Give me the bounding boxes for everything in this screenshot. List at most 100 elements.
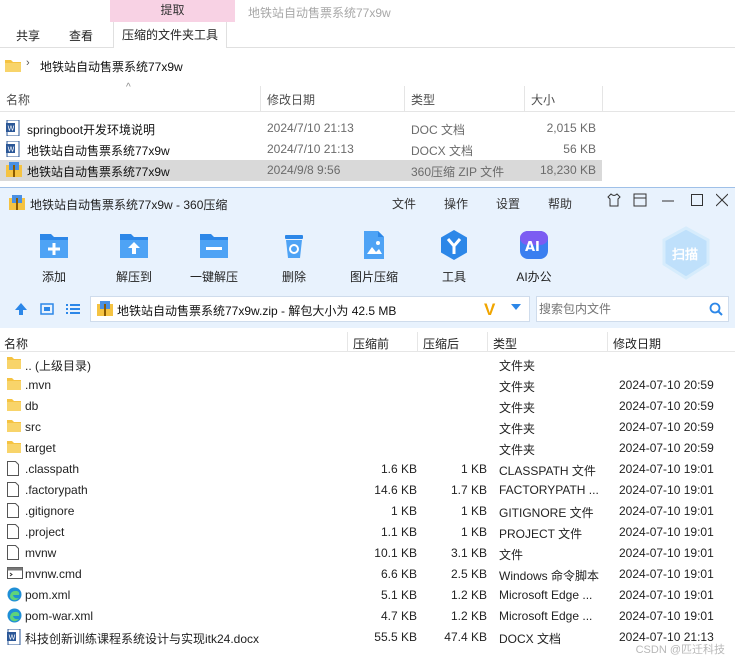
word-doc-icon: W xyxy=(6,140,20,160)
tab-share[interactable]: 共享 xyxy=(16,27,40,44)
column-divider[interactable] xyxy=(260,86,261,112)
zip-file-date: 2024-07-10 19:01 xyxy=(619,588,714,602)
zip-file-row[interactable]: target 文件夹 2024-07-10 20:59 xyxy=(0,438,735,459)
tab-view[interactable]: 查看 xyxy=(69,27,93,44)
column-divider[interactable] xyxy=(347,332,348,352)
file-size: 56 KB xyxy=(563,142,596,156)
zip-file-row[interactable]: mvnw.cmd 6.6 KB 2.5 KB Windows 命令脚本 2024-07-… xyxy=(0,564,735,585)
zip-file-row[interactable]: .classpath 1.6 KB 1 KB CLASSPATH 文件 2024-07-… xyxy=(0,459,735,480)
column-divider[interactable] xyxy=(524,86,525,112)
zip-file-size-before: 5.1 KB xyxy=(380,588,417,602)
zip-file-date: 2024-07-10 19:01 xyxy=(619,483,714,497)
column-divider[interactable] xyxy=(607,332,608,352)
context-tab-extract[interactable]: 提取 xyxy=(110,0,235,22)
zip-file-type: 文件 xyxy=(499,548,524,562)
zip-file-type: 文件夹 xyxy=(499,422,536,436)
zip-column-header: 名称 压缩前 压缩后 类型 修改日期 xyxy=(0,332,735,352)
zip-file-date: 2024-07-10 19:01 xyxy=(619,567,714,581)
tools-button[interactable]: 工具 xyxy=(419,228,489,285)
add-button[interactable]: 添加 xyxy=(19,228,89,285)
column-size[interactable]: 大小 xyxy=(531,91,555,108)
one-click-extract-button[interactable]: 一键解压 xyxy=(179,228,249,285)
zip-archive-icon xyxy=(9,195,25,210)
minimize-icon[interactable] xyxy=(662,193,674,210)
dropdown-arrow-icon[interactable] xyxy=(510,301,522,316)
view-detail-icon[interactable] xyxy=(40,302,54,319)
menu-file[interactable]: 文件 xyxy=(392,195,416,212)
zip-file-row[interactable]: db 文件夹 2024-07-10 20:59 xyxy=(0,396,735,417)
zip-file-type: FACTORYPATH ... xyxy=(499,483,599,497)
column-name[interactable]: 名称 xyxy=(6,91,30,108)
skin-icon[interactable] xyxy=(607,193,621,210)
v-check-icon[interactable]: V xyxy=(484,300,495,320)
column-date[interactable]: 修改日期 xyxy=(267,91,315,108)
zip-file-size-after: 1 KB xyxy=(460,504,487,518)
zip-file-date: 2024-07-10 20:59 xyxy=(619,420,714,434)
file-type: DOC 文档 xyxy=(411,123,466,137)
column-name[interactable]: 名称 xyxy=(4,335,28,352)
column-divider[interactable] xyxy=(602,86,603,112)
zip-file-row[interactable]: .project 1.1 KB 1 KB PROJECT 文件 2024-07-10 1… xyxy=(0,522,735,543)
zip-file-row[interactable]: .factorypath 14.6 KB 1.7 KB FACTORYPATH ...… xyxy=(0,480,735,501)
zip-file-row[interactable]: .gitignore 1 KB 1 KB GITIGNORE 文件 2024-07-10… xyxy=(0,501,735,522)
zip-file-row[interactable]: pom.xml 5.1 KB 1.2 KB Microsoft Edge ... 202… xyxy=(0,585,735,606)
zip-file-row[interactable]: src 文件夹 2024-07-10 20:59 xyxy=(0,417,735,438)
column-type[interactable]: 类型 xyxy=(411,91,435,108)
ai-office-button[interactable]: AI AI办公 xyxy=(499,228,569,285)
column-date[interactable]: 修改日期 xyxy=(613,335,661,352)
archive-path-field[interactable]: 地铁站自动售票系统77x9w.zip - 解包大小为 42.5 MB V xyxy=(90,296,530,322)
zip-file-row[interactable]: mvnw 10.1 KB 3.1 KB 文件 2024-07-10 19:01 xyxy=(0,543,735,564)
chevron-right-icon: › xyxy=(26,57,30,69)
zip-file-date: 2024-07-10 19:01 xyxy=(619,504,714,518)
zip-file-size-after: 3.1 KB xyxy=(450,546,487,560)
column-after[interactable]: 压缩后 xyxy=(423,335,459,352)
word-doc-icon: W xyxy=(7,628,21,648)
zip-file-name: mvnw xyxy=(25,546,57,560)
zip-file-size-after: 2.5 KB xyxy=(450,567,487,581)
archive-path-text: 地铁站自动售票系统77x9w.zip - 解包大小为 42.5 MB xyxy=(117,304,397,318)
zip-file-row[interactable]: .. (上级目录) 文件夹 xyxy=(0,354,735,375)
menu-help[interactable]: 帮助 xyxy=(548,195,572,212)
file-name: 地铁站自动售票系统77x9w xyxy=(27,165,170,179)
search-input[interactable] xyxy=(539,300,699,318)
ai-office-icon: AI xyxy=(520,231,548,259)
zip-file-type: GITIGNORE 文件 xyxy=(499,506,594,520)
search-icon[interactable] xyxy=(709,302,723,319)
zip-file-name: .classpath xyxy=(25,462,80,476)
restore-list-icon[interactable] xyxy=(633,193,647,210)
tab-compressed-folder-tools[interactable]: 压缩的文件夹工具 xyxy=(113,22,228,48)
column-type[interactable]: 类型 xyxy=(493,335,517,352)
view-list-icon[interactable] xyxy=(66,302,80,319)
zip-file-size-after: 1.2 KB xyxy=(450,609,487,623)
up-arrow-icon[interactable] xyxy=(14,302,28,319)
zip-file-row[interactable]: pom-war.xml 4.7 KB 1.2 KB Microsoft Edge ..… xyxy=(0,606,735,627)
delete-button[interactable]: 删除 xyxy=(259,228,329,285)
zip-file-row[interactable]: .mvn 文件夹 2024-07-10 20:59 xyxy=(0,375,735,396)
extract-to-button[interactable]: 解压到 xyxy=(99,228,169,285)
search-field[interactable] xyxy=(536,296,729,322)
maximize-icon[interactable] xyxy=(691,193,703,210)
column-divider[interactable] xyxy=(487,332,488,352)
scan-button[interactable]: 扫描 xyxy=(660,226,712,282)
edge-icon xyxy=(7,587,22,605)
image-compress-button[interactable]: 图片压缩 xyxy=(339,228,409,285)
edge-icon xyxy=(7,608,22,626)
file-row[interactable]: W 地铁站自动售票系统77x9w 2024/7/10 21:13 DOCX 文档… xyxy=(0,139,602,160)
zip-archive-icon xyxy=(6,162,22,181)
column-divider[interactable] xyxy=(404,86,405,112)
zip-file-name: src xyxy=(25,420,41,434)
zip-file-date: 2024-07-10 19:01 xyxy=(619,546,714,560)
explorer-title-bar: 提取 地铁站自动售票系统77x9w xyxy=(0,0,735,22)
column-divider[interactable] xyxy=(417,332,418,352)
zip-file-size-before: 1.6 KB xyxy=(380,462,417,476)
column-before[interactable]: 压缩前 xyxy=(353,335,389,352)
menu-operation[interactable]: 操作 xyxy=(444,195,468,212)
file-row[interactable]: W springboot开发环境说明 2024/7/10 21:13 DOC 文… xyxy=(0,118,602,139)
address-bar[interactable]: › 地铁站自动售票系统77x9w xyxy=(0,55,735,77)
add-icon xyxy=(40,234,68,258)
file-row-selected[interactable]: 地铁站自动售票系统77x9w 2024/9/8 9:56 360压缩 ZIP 文… xyxy=(0,160,602,181)
zip-file-row[interactable]: W 科技创新训练课程系统设计与实现itk24.docx 55.5 KB 47.4 KB… xyxy=(0,627,735,648)
close-icon[interactable] xyxy=(715,193,729,210)
menu-settings[interactable]: 设置 xyxy=(496,195,520,212)
file-date: 2024/7/10 21:13 xyxy=(267,121,354,135)
